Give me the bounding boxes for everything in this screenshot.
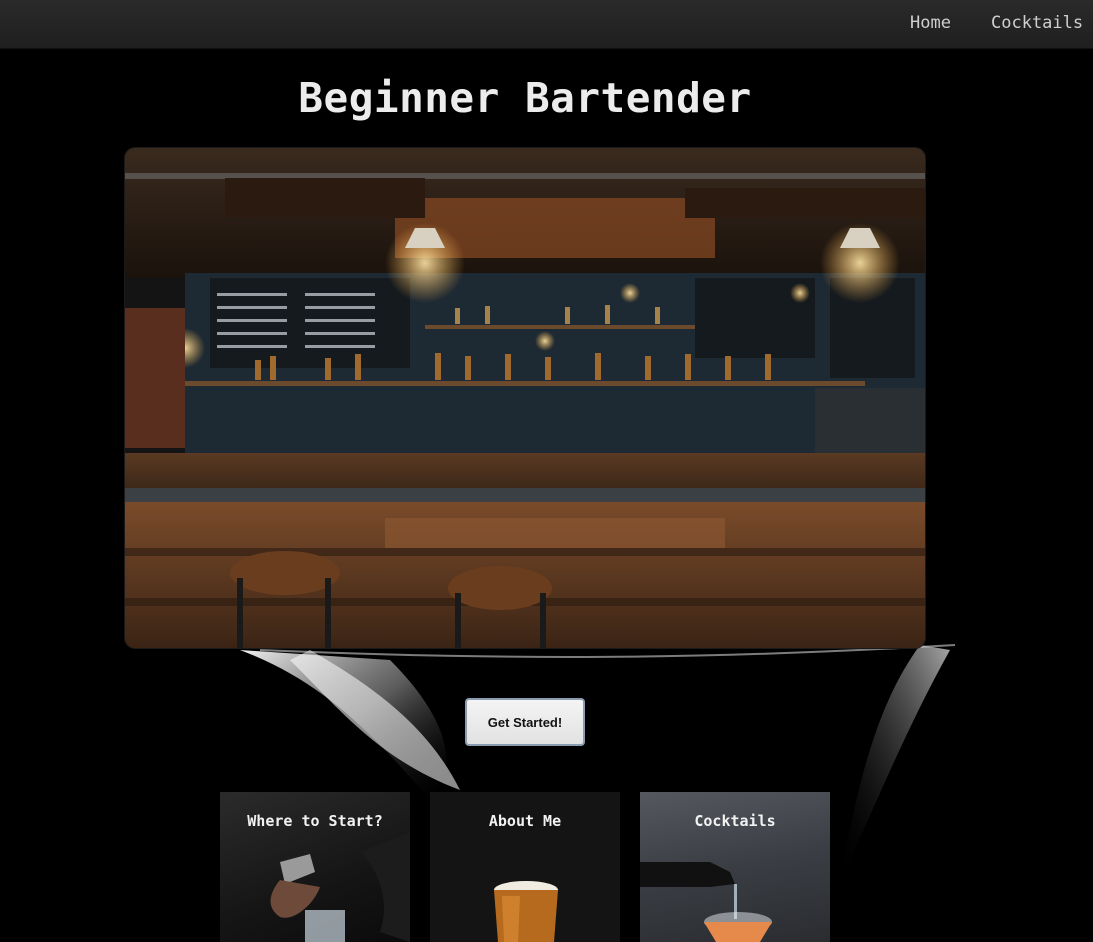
nav-cocktails-link[interactable]: Cocktails	[991, 13, 1083, 33]
page-title: Beginner Bartender	[298, 74, 752, 122]
card-cocktails[interactable]: Cocktails	[640, 792, 830, 942]
hero-bar-image	[125, 148, 925, 648]
card-about-me[interactable]: About Me	[430, 792, 620, 942]
card-title: Cocktails	[694, 812, 776, 830]
card-title: About Me	[488, 812, 562, 830]
card-title: Where to Start?	[247, 812, 383, 830]
bar-interior-icon	[125, 148, 925, 648]
nav-home-link[interactable]: Home	[910, 13, 951, 33]
top-navbar: Home Cocktails	[0, 0, 1093, 48]
get-started-button[interactable]: Get Started!	[465, 698, 585, 746]
card-where-to-start[interactable]: Where to Start?	[220, 792, 410, 942]
